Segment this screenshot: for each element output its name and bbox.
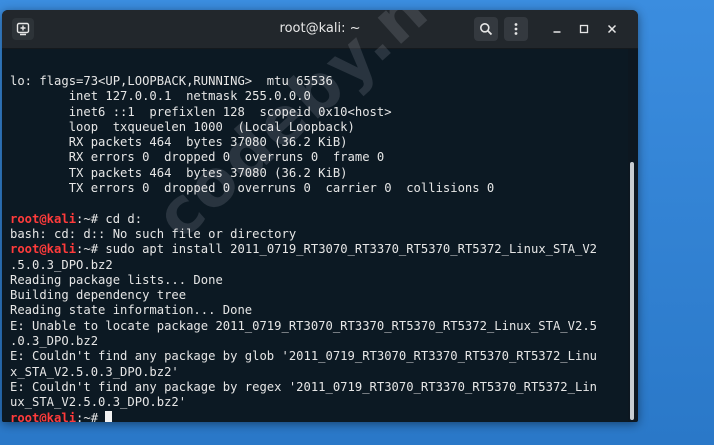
output-text: .5.0.3_DPO.bz2 (10, 257, 113, 272)
output-text: RX errors 0 dropped 0 overruns 0 frame 0 (10, 150, 385, 165)
output-text: lo: flags=73<UP,LOOPBACK,RUNNING> mtu 65… (10, 74, 333, 88)
output-line: E: Couldn't find any package by glob '20… (10, 349, 630, 364)
output-line: TX packets 464 bytes 37080 (36.2 KiB) (10, 166, 630, 181)
output-line: .5.0.3_DPO.bz2 (10, 258, 630, 273)
close-icon (607, 24, 617, 34)
close-button[interactable] (602, 19, 622, 39)
search-button[interactable] (474, 17, 498, 41)
prompt-line: root@kali:~# cd d: (10, 212, 630, 227)
titlebar: root@kali: ~ (2, 10, 638, 49)
command-text: cd d: (105, 211, 143, 226)
prompt-line: root@kali:~# sudo apt install 2011_0719_… (10, 242, 630, 257)
output-text: E: Unable to locate package 2011_0719_RT… (10, 318, 597, 333)
terminal-cursor (105, 410, 113, 422)
output-line: x_STA_V2.5.0.3_DPO.bz2' (10, 365, 630, 380)
minimize-icon (553, 31, 561, 33)
output-text: inet 127.0.0.1 netmask 255.0.0.0 (10, 89, 311, 104)
output-text: inet6 ::1 prefixlen 128 scopeid 0x10<hos… (10, 104, 392, 119)
output-text: RX packets 464 bytes 37080 (36.2 KiB) (10, 135, 348, 150)
output-line: RX packets 464 bytes 37080 (36.2 KiB) (10, 135, 630, 150)
prompt-user-host: root@kali (10, 410, 77, 422)
output-text: x_STA_V2.5.0.3_DPO.bz2' (10, 364, 179, 379)
output-text: .0.3_DPO.bz2 (10, 334, 99, 349)
terminal-output[interactable]: codeby.net lo: flags=73<UP,LOOPBACK,RUNN… (2, 10, 630, 422)
prompt-user-host: root@kali (10, 211, 77, 226)
output-text: loop txqueuelen 1000 (Local Loopback) (10, 119, 355, 134)
prompt-line: root@kali:~# (10, 410, 630, 422)
new-tab-icon (16, 22, 30, 36)
output-line: .0.3_DPO.bz2 (10, 334, 630, 349)
kebab-menu-icon (514, 23, 518, 35)
output-text: ux_STA_V2.5.0.3_DPO.bz2' (10, 395, 187, 410)
output-line: bash: cd: d:: No such file or directory (10, 227, 630, 242)
prompt-path: :~# (76, 242, 106, 257)
output-text: Reading package lists... Done (10, 272, 223, 287)
terminal-lines: lo: flags=73<UP,LOOPBACK,RUNNING> mtu 65… (10, 74, 630, 422)
output-line: loop txqueuelen 1000 (Local Loopback) (10, 120, 630, 135)
output-line: E: Unable to locate package 2011_0719_RT… (10, 319, 630, 334)
output-text: E: Couldn't find any package by regex '2… (10, 379, 597, 394)
maximize-icon (579, 24, 589, 34)
prompt-user-host: root@kali (10, 242, 77, 257)
output-text: bash: cd: d:: No such file or directory (10, 226, 297, 241)
output-line: lo: flags=73<UP,LOOPBACK,RUNNING> mtu 65… (10, 74, 630, 89)
maximize-button[interactable] (574, 19, 594, 39)
output-text: Reading state information... Done (10, 303, 253, 318)
output-line: TX errors 0 dropped 0 overruns 0 carrier… (10, 181, 630, 196)
scrollbar[interactable] (630, 162, 634, 420)
output-line: inet 127.0.0.1 netmask 255.0.0.0 (10, 89, 630, 104)
output-text: TX errors 0 dropped 0 overruns 0 carrier… (10, 181, 495, 196)
output-text: Building dependency tree (10, 288, 187, 303)
terminal-window: root@kali: ~ codeby.net lo: flags=73<UP,… (2, 10, 638, 422)
output-line: Reading package lists... Done (10, 273, 630, 288)
output-text: E: Couldn't find any package by glob '20… (10, 349, 597, 364)
output-line: ux_STA_V2.5.0.3_DPO.bz2' (10, 395, 630, 410)
output-line: Building dependency tree (10, 288, 630, 303)
search-icon (480, 23, 493, 36)
prompt-path: :~# (76, 410, 106, 422)
minimize-button[interactable] (547, 19, 567, 39)
prompt-path: :~# (76, 211, 106, 226)
output-text: TX packets 464 bytes 37080 (36.2 KiB) (10, 165, 348, 180)
output-line: RX errors 0 dropped 0 overruns 0 frame 0 (10, 150, 630, 165)
menu-button[interactable] (504, 17, 528, 41)
output-line: Reading state information... Done (10, 303, 630, 318)
output-line: inet6 ::1 prefixlen 128 scopeid 0x10<hos… (10, 105, 630, 120)
new-tab-button[interactable] (12, 18, 34, 40)
window-title: root@kali: ~ (279, 21, 361, 36)
command-text: sudo apt install 2011_0719_RT3070_RT3370… (105, 242, 598, 257)
output-line: E: Couldn't find any package by regex '2… (10, 380, 630, 395)
